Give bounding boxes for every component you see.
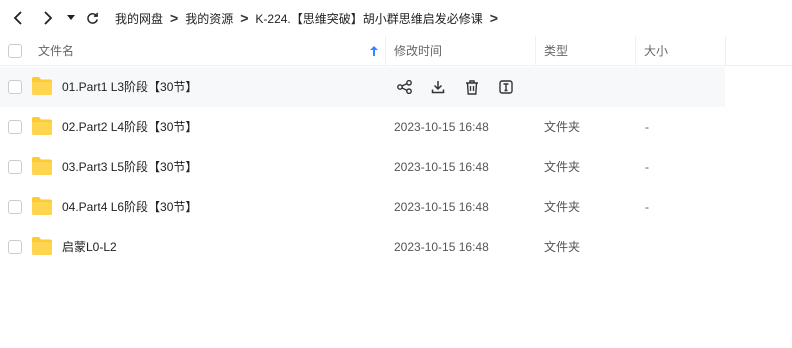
- download-button[interactable]: [428, 78, 448, 96]
- share-button[interactable]: [394, 78, 414, 96]
- folder-icon: [32, 237, 52, 255]
- breadcrumb-separator-icon: >: [489, 10, 498, 26]
- table-row[interactable]: 启蒙L0-L2 2023-10-15 16:48 文件夹: [0, 227, 792, 267]
- back-button[interactable]: [8, 6, 28, 30]
- refresh-button[interactable]: [84, 6, 100, 30]
- chevron-right-icon: [44, 11, 53, 25]
- file-type: 文件夹: [544, 240, 581, 254]
- file-name[interactable]: 02.Part2 L4阶段【30节】: [62, 107, 197, 147]
- file-list-header: 文件名 修改时间 类型 大小: [0, 36, 792, 66]
- refresh-icon: [86, 12, 98, 24]
- modified-time: 2023-10-15 16:48: [394, 200, 489, 214]
- table-row[interactable]: 01.Part1 L3阶段【30节】: [0, 67, 725, 107]
- history-dropdown[interactable]: [64, 6, 78, 30]
- row-actions: [394, 78, 516, 96]
- modified-time: 2023-10-15 16:48: [394, 160, 489, 174]
- rename-icon: [499, 80, 513, 94]
- file-name[interactable]: 04.Part4 L6阶段【30节】: [62, 187, 197, 227]
- table-row[interactable]: 03.Part3 L5阶段【30节】 2023-10-15 16:48 文件夹 …: [0, 147, 792, 187]
- file-type: 文件夹: [544, 200, 581, 214]
- row-checkbox[interactable]: [8, 160, 22, 174]
- breadcrumb-item[interactable]: 我的资源: [185, 10, 233, 27]
- column-header-modified[interactable]: 修改时间: [394, 36, 442, 65]
- folder-icon: [32, 117, 52, 135]
- column-header-size[interactable]: 大小: [644, 36, 668, 65]
- file-type: 文件夹: [544, 120, 581, 134]
- download-icon: [431, 81, 445, 94]
- column-divider[interactable]: [725, 36, 726, 65]
- column-header-name-label: 文件名: [38, 44, 75, 58]
- breadcrumb: 我的网盘 > 我的资源 > K-224.【思维突破】胡小群思维启发必修课 >: [115, 0, 505, 36]
- file-name[interactable]: 03.Part3 L5阶段【30节】: [62, 147, 197, 187]
- caret-down-icon: [67, 15, 75, 20]
- forward-button[interactable]: [38, 6, 58, 30]
- column-header-size-label: 大小: [644, 44, 669, 58]
- folder-icon: [32, 157, 52, 175]
- breadcrumb-separator-icon: >: [240, 10, 249, 26]
- row-checkbox[interactable]: [8, 120, 22, 134]
- select-all-checkbox[interactable]: [8, 44, 22, 58]
- file-size: -: [645, 160, 649, 174]
- breadcrumb-item[interactable]: 我的网盘: [115, 10, 163, 27]
- column-header-modified-label: 修改时间: [394, 44, 443, 58]
- sort-arrow-icon[interactable]: [370, 36, 378, 65]
- delete-button[interactable]: [462, 78, 482, 96]
- chevron-left-icon: [13, 11, 22, 25]
- share-icon: [396, 80, 412, 94]
- table-row[interactable]: 02.Part2 L4阶段【30节】 2023-10-15 16:48 文件夹 …: [0, 107, 792, 147]
- table-row[interactable]: 04.Part4 L6阶段【30节】 2023-10-15 16:48 文件夹 …: [0, 187, 792, 227]
- rename-button[interactable]: [496, 78, 516, 96]
- file-name[interactable]: 01.Part1 L3阶段【30节】: [62, 67, 197, 107]
- file-size: -: [645, 120, 649, 134]
- breadcrumb-separator-icon: >: [170, 10, 179, 26]
- toolbar: 我的网盘 > 我的资源 > K-224.【思维突破】胡小群思维启发必修课 >: [0, 0, 792, 36]
- row-checkbox[interactable]: [8, 200, 22, 214]
- breadcrumb-item[interactable]: K-224.【思维突破】胡小群思维启发必修课: [255, 10, 482, 27]
- column-divider[interactable]: [385, 36, 386, 65]
- column-divider[interactable]: [535, 36, 536, 65]
- trash-icon: [466, 79, 478, 95]
- column-header-type-label: 类型: [544, 44, 569, 58]
- folder-icon: [32, 197, 52, 215]
- column-divider[interactable]: [635, 36, 636, 65]
- file-type: 文件夹: [544, 160, 581, 174]
- modified-time: 2023-10-15 16:48: [394, 120, 489, 134]
- folder-icon: [32, 77, 52, 95]
- column-header-type[interactable]: 类型: [544, 36, 568, 65]
- file-name[interactable]: 启蒙L0-L2: [62, 227, 117, 267]
- row-checkbox[interactable]: [8, 240, 22, 254]
- modified-time: 2023-10-15 16:48: [394, 240, 489, 254]
- column-header-name[interactable]: 文件名: [38, 36, 74, 65]
- file-size: -: [645, 200, 649, 214]
- row-checkbox[interactable]: [8, 80, 22, 94]
